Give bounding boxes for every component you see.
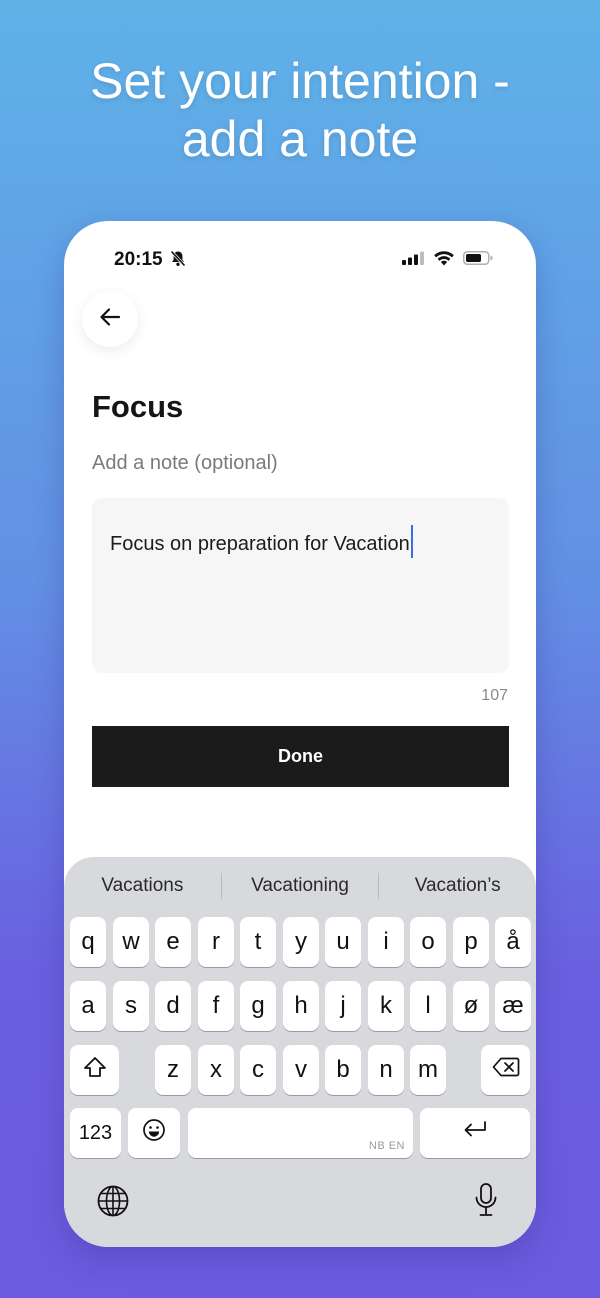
key-p[interactable]: p (453, 917, 489, 967)
status-bar: 20:15 (64, 221, 536, 291)
space-language-label: NB EN (368, 1140, 405, 1152)
key-n[interactable]: n (368, 1045, 404, 1095)
emoji-key[interactable] (128, 1108, 180, 1158)
emoji-smiley-icon (142, 1118, 166, 1149)
globe-icon[interactable] (96, 1184, 130, 1223)
key-aring[interactable]: å (495, 917, 531, 967)
backspace-icon (492, 1056, 520, 1084)
done-button[interactable]: Done (92, 726, 509, 787)
wifi-icon (433, 250, 455, 271)
key-row-1: q w e r t y u i o p å (64, 917, 536, 967)
phone-frame: 20:15 Focus Add a note (optional) Focus … (64, 221, 536, 1247)
key-u[interactable]: u (325, 917, 361, 967)
shift-arrow-icon (83, 1056, 107, 1085)
onscreen-keyboard: Vacations Vacationing Vacation’s q w e r… (64, 857, 536, 1247)
suggestion-3[interactable]: Vacation’s (379, 869, 536, 903)
arrow-left-icon (99, 307, 121, 332)
microphone-icon[interactable] (474, 1182, 498, 1223)
suggestion-1[interactable]: Vacations (64, 869, 221, 903)
key-f[interactable]: f (198, 981, 234, 1031)
headline-line-1: Set your intention - (90, 53, 510, 109)
key-o[interactable]: o (410, 917, 446, 967)
key-e[interactable]: e (155, 917, 191, 967)
key-d[interactable]: d (155, 981, 191, 1031)
shift-key[interactable] (70, 1045, 119, 1095)
page-title: Focus (92, 389, 184, 424)
key-row-2: a s d f g h j k l ø æ (64, 981, 536, 1031)
back-button[interactable] (82, 291, 138, 347)
key-oslash[interactable]: ø (453, 981, 489, 1031)
bell-muted-icon (170, 250, 186, 272)
key-h[interactable]: h (283, 981, 319, 1031)
status-time: 20:15 (114, 249, 163, 270)
key-c[interactable]: c (240, 1045, 276, 1095)
return-arrow-icon (462, 1119, 488, 1147)
key-g[interactable]: g (240, 981, 276, 1031)
key-r[interactable]: r (198, 917, 234, 967)
note-textarea[interactable]: Focus on preparation for Vacation (92, 498, 509, 673)
autocorrect-bar: Vacations Vacationing Vacation’s (64, 869, 536, 903)
key-row-3: z x c v b n m (64, 1045, 536, 1095)
key-a[interactable]: a (70, 981, 106, 1031)
key-row-4: 123 NB EN (64, 1108, 536, 1158)
key-m[interactable]: m (410, 1045, 446, 1095)
note-value: Focus on preparation for Vacation (110, 533, 410, 555)
battery-icon (463, 251, 493, 270)
key-q[interactable]: q (70, 917, 106, 967)
key-l[interactable]: l (410, 981, 446, 1031)
key-v[interactable]: v (283, 1045, 319, 1095)
key-w[interactable]: w (113, 917, 149, 967)
key-t[interactable]: t (240, 917, 276, 967)
key-ae[interactable]: æ (495, 981, 531, 1031)
cellular-signal-icon (402, 251, 425, 270)
backspace-key[interactable] (481, 1045, 530, 1095)
key-y[interactable]: y (283, 917, 319, 967)
key-s[interactable]: s (113, 981, 149, 1031)
headline-line-2: add a note (181, 111, 419, 167)
promo-headline: Set your intention - add a note (0, 52, 600, 168)
numbers-key[interactable]: 123 (70, 1108, 121, 1158)
character-count: 107 (481, 687, 508, 704)
key-j[interactable]: j (325, 981, 361, 1031)
return-key[interactable] (420, 1108, 530, 1158)
key-b[interactable]: b (325, 1045, 361, 1095)
suggestion-2[interactable]: Vacationing (222, 869, 379, 903)
space-bar[interactable]: NB EN (188, 1108, 413, 1158)
note-label: Add a note (optional) (92, 452, 278, 474)
key-i[interactable]: i (368, 917, 404, 967)
key-x[interactable]: x (198, 1045, 234, 1095)
text-cursor (410, 525, 413, 558)
note-text: Focus on preparation for Vacation (110, 525, 413, 558)
key-k[interactable]: k (368, 981, 404, 1031)
key-z[interactable]: z (155, 1045, 191, 1095)
